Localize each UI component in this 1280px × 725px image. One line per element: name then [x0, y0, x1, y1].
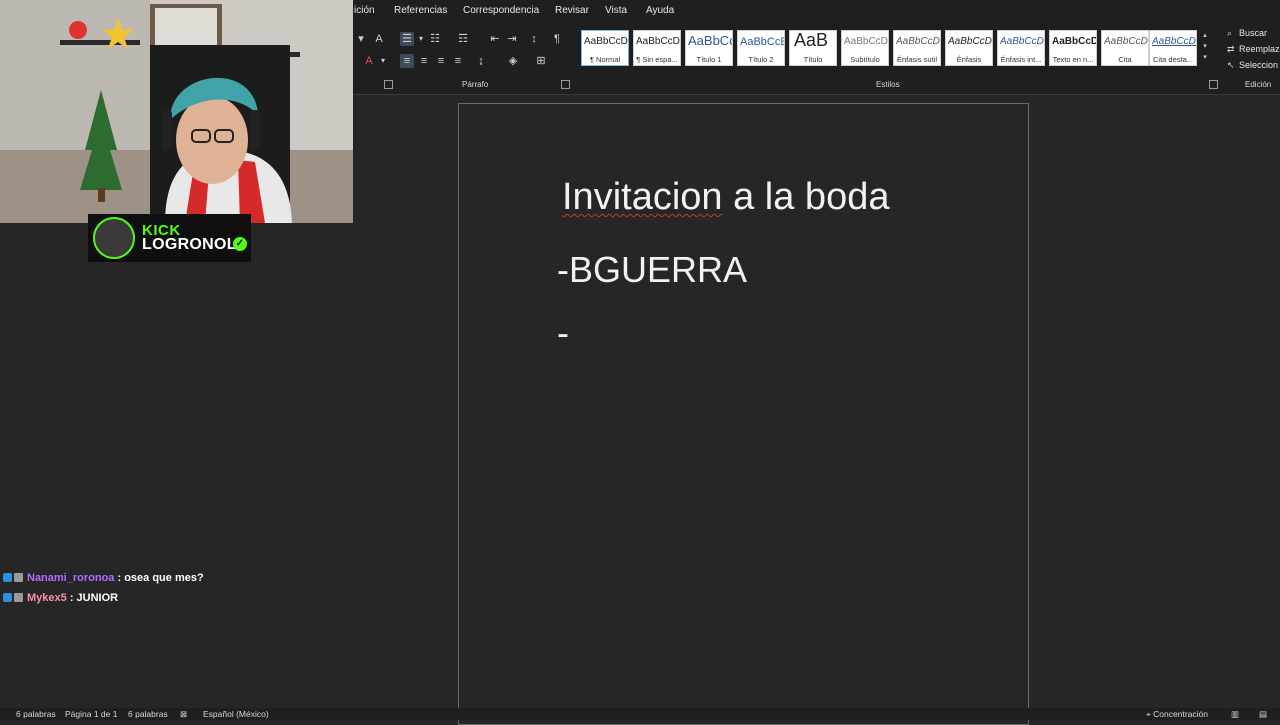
- menu-tab-vista[interactable]: Vista: [605, 5, 627, 16]
- document-page[interactable]: Invitacion a la boda -BGUERRA -: [458, 103, 1029, 725]
- document-line[interactable]: -BGUERRA: [557, 249, 747, 291]
- pilcrow-icon[interactable]: ¶: [550, 32, 564, 46]
- justify-icon[interactable]: ≡: [451, 54, 465, 68]
- increase-indent-icon[interactable]: ⇥: [505, 32, 519, 46]
- style-intense-quote[interactable]: AaBbCcDc Cita desta...: [1149, 30, 1197, 66]
- badge-icon: [3, 593, 12, 602]
- style-normal[interactable]: AaBbCcDc ¶ Normal: [581, 30, 629, 66]
- align-left-icon[interactable]: ≡: [400, 54, 414, 68]
- chat-message: Mykex5 : JUNIOR: [3, 592, 118, 604]
- chevron-down-icon[interactable]: ▾: [354, 32, 368, 46]
- document-line[interactable]: -: [557, 312, 569, 354]
- menu-tab-referencias[interactable]: Referencias: [394, 5, 447, 16]
- page-indicator[interactable]: Página 1 de 1: [65, 709, 117, 719]
- document-title[interactable]: Invitacion a la boda: [562, 176, 889, 219]
- chat-message: Nanami_roronoa : osea que mes?: [3, 572, 204, 584]
- style-no-spacing[interactable]: AaBbCcDc ¶ Sin espa...: [633, 30, 681, 66]
- dialog-launcher-icon[interactable]: [1209, 80, 1218, 89]
- read-mode-icon[interactable]: ▥: [1231, 709, 1239, 720]
- word-count[interactable]: 6 palabras: [16, 709, 56, 719]
- focus-mode-button[interactable]: ⌖ Concentración: [1146, 709, 1208, 720]
- line-spacing-icon[interactable]: ↨: [474, 54, 488, 68]
- decrease-indent-icon[interactable]: ⇤: [488, 32, 502, 46]
- badge-icon: [14, 573, 23, 582]
- sort-icon[interactable]: ↕: [527, 32, 541, 46]
- dialog-launcher-icon[interactable]: [384, 80, 393, 89]
- menu-tab-correspondencia[interactable]: Correspondencia: [463, 5, 539, 16]
- menu-tab-revisar[interactable]: Revisar: [555, 5, 589, 16]
- chat-text: JUNIOR: [76, 592, 119, 604]
- style-subtle-emphasis[interactable]: AaBbCcDc Énfasis sutil: [893, 30, 941, 66]
- chevron-down-icon[interactable]: ▾: [414, 32, 428, 46]
- shading-icon[interactable]: ◈: [506, 54, 520, 68]
- font-color-icon[interactable]: A: [362, 54, 376, 68]
- chat-text: osea que mes?: [124, 572, 204, 584]
- status-bar: 6 palabras Página 1 de 1 6 palabras ⊠ Es…: [0, 708, 1280, 720]
- proofing-icon[interactable]: ⊠: [180, 709, 187, 720]
- dialog-launcher-icon[interactable]: [561, 80, 570, 89]
- group-label-paragraph: Párrafo: [462, 80, 489, 89]
- replace-icon: ⇄: [1227, 44, 1235, 54]
- align-right-icon[interactable]: ≡: [434, 54, 448, 68]
- borders-icon[interactable]: ⊞: [534, 54, 548, 68]
- style-heading-1[interactable]: AaBbCc Título 1: [685, 30, 733, 66]
- style-strong[interactable]: AaBbCcDc Texto en n...: [1049, 30, 1097, 66]
- clear-format-icon[interactable]: A: [372, 32, 386, 46]
- misspelled-word[interactable]: Invitacion: [562, 176, 723, 218]
- menu-tab-disposicion[interactable]: ición: [354, 5, 375, 16]
- menu-tab-ayuda[interactable]: Ayuda: [646, 5, 674, 16]
- streamer-name: LOGRONOL: [142, 236, 237, 253]
- cursor-icon: ↖: [1227, 60, 1235, 70]
- badge-icon: [14, 593, 23, 602]
- chat-username: Nanami_roronoa: [27, 572, 115, 584]
- verified-check-icon: ✓: [233, 237, 247, 251]
- chevron-down-icon[interactable]: ▾: [376, 54, 390, 68]
- bullets-icon[interactable]: ☰: [400, 32, 414, 46]
- print-layout-icon[interactable]: ▤: [1259, 709, 1267, 720]
- style-intense-emphasis[interactable]: AaBbCcDc Énfasis int...: [997, 30, 1045, 66]
- style-quote[interactable]: AaBbCcDc Cita: [1101, 30, 1149, 66]
- style-emphasis[interactable]: AaBbCcDc Énfasis: [945, 30, 993, 66]
- kick-channel-badge: KICK LOGRONOL ✓: [88, 214, 251, 262]
- search-icon: ⌕: [1227, 28, 1233, 38]
- avatar: [93, 217, 135, 259]
- numbering-icon[interactable]: ☷: [428, 32, 442, 46]
- find-button[interactable]: ⌕ Buscar: [1227, 28, 1267, 39]
- group-label-styles: Estilos: [876, 80, 900, 89]
- webcam-image: [0, 0, 353, 223]
- webcam-feed: [0, 0, 353, 223]
- align-center-icon[interactable]: ≡: [417, 54, 431, 68]
- replace-button[interactable]: ⇄ Reemplaz: [1227, 44, 1280, 55]
- style-title[interactable]: AaB Título: [789, 30, 837, 66]
- chat-username: Mykex5: [27, 592, 67, 604]
- language-indicator[interactable]: Español (México): [203, 709, 269, 719]
- styles-gallery-scroll[interactable]: ▴ ▾ ▾: [1200, 30, 1210, 64]
- style-heading-2[interactable]: AaBbCcE Título 2: [737, 30, 785, 66]
- group-label-editing: Edición: [1245, 80, 1272, 89]
- select-button[interactable]: ↖ Seleccion: [1227, 60, 1278, 71]
- word-count[interactable]: 6 palabras: [128, 709, 168, 719]
- multilevel-list-icon[interactable]: ☶: [456, 32, 470, 46]
- badge-icon: [3, 573, 12, 582]
- style-subtitle[interactable]: AaBbCcD Subtítulo: [841, 30, 889, 66]
